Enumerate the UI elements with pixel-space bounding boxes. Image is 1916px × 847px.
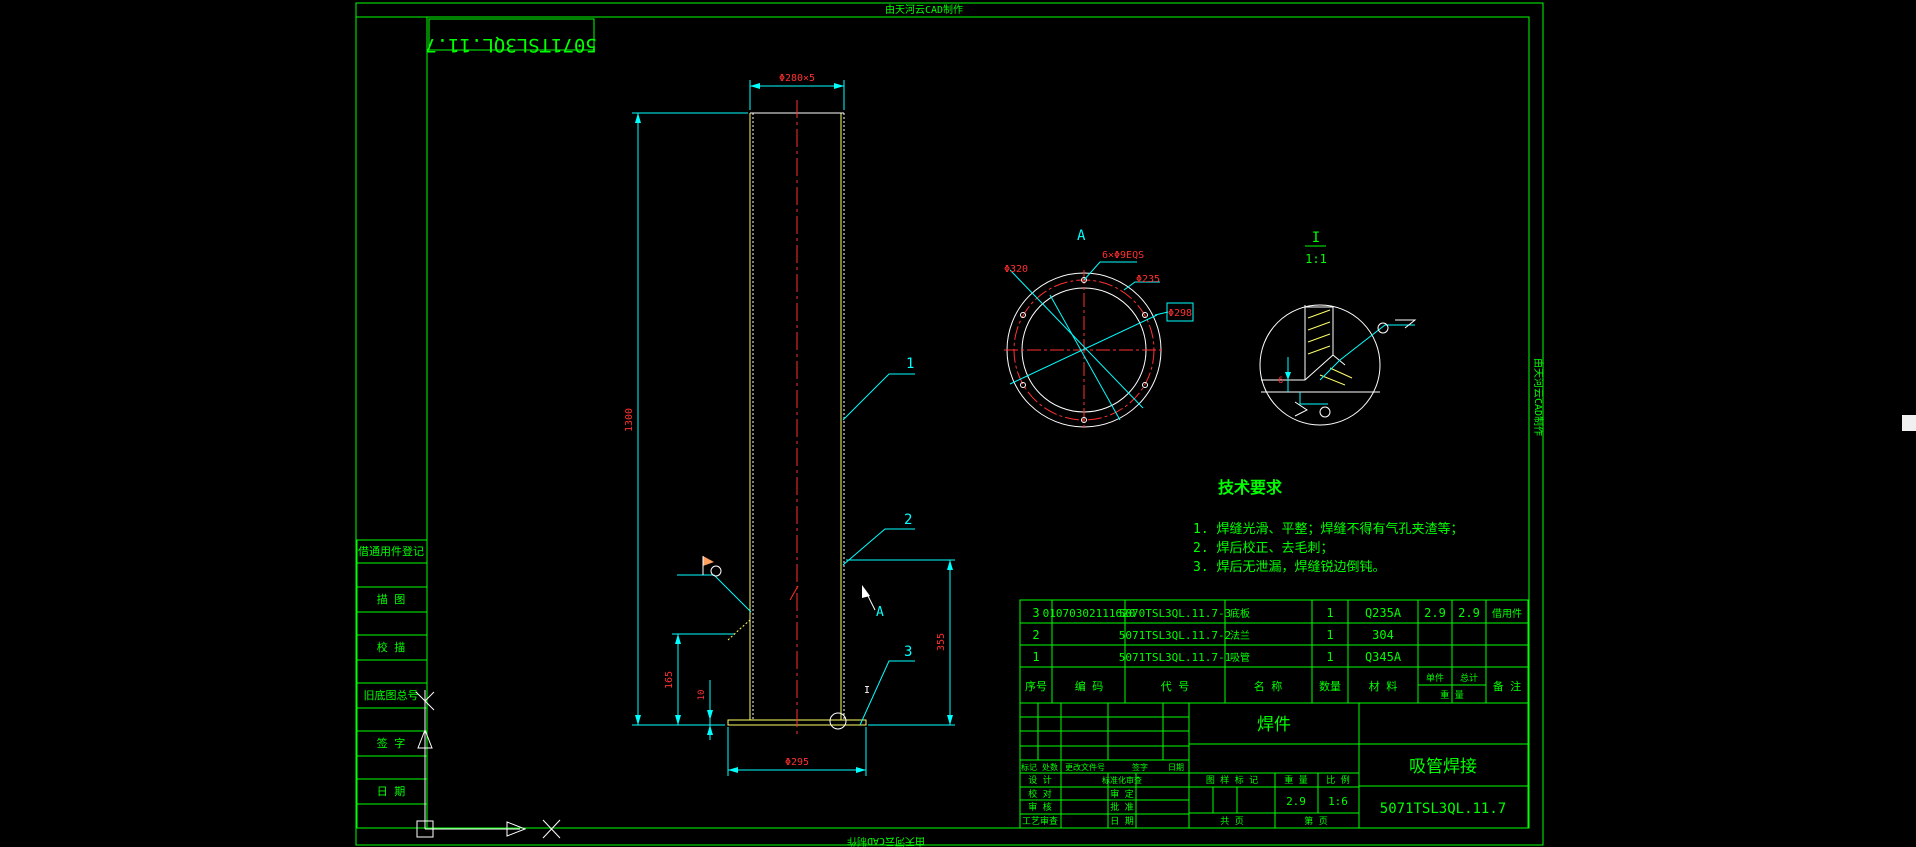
tb-label-sign: 签字 — [1132, 762, 1148, 772]
tb-label-change-doc: 更改文件号 — [1065, 762, 1105, 772]
view-a-dim-inner: Φ298 — [1168, 308, 1192, 319]
bom-row-2-qty: 1 — [1326, 650, 1333, 664]
bom-row-2-name: 吸管 — [1230, 651, 1250, 664]
bom-header-material: 材 料 — [1369, 679, 1398, 693]
tb-label-std-review: 标准化审查 — [1102, 775, 1142, 785]
bom-row-2-no: 1 — [1032, 650, 1039, 664]
vertical-scrollbar-thumb[interactable] — [1902, 415, 1916, 431]
side-row-4: 签 字 — [377, 736, 406, 750]
tech-req-title: 技术要求 — [1218, 478, 1283, 497]
bom-header-weight: 重 量 — [1440, 689, 1463, 701]
bom-header-unit: 单件 — [1426, 672, 1444, 684]
title-weight: 2.9 — [1286, 795, 1306, 808]
tb-label-approve: 批 准 — [1110, 801, 1133, 813]
tb-label-stage-mark: 图 样 标 记 — [1206, 774, 1258, 786]
bom-header-code: 编 码 — [1075, 679, 1104, 693]
view-a-label: A — [1077, 228, 1086, 244]
side-row-1: 描 图 — [377, 592, 406, 606]
tb-label-sheet: 第 页 — [1304, 815, 1327, 827]
tech-req-item-0: 1. 焊缝光滑、平整；焊缝不得有气孔夹渣等； — [1193, 521, 1463, 537]
bom-row-1-material: 304 — [1372, 628, 1394, 642]
tb-label-weight: 重 量 — [1284, 774, 1307, 786]
view-a-dim-pcd: Φ235 — [1136, 274, 1160, 285]
bom-header-qty: 数量 — [1319, 680, 1341, 693]
dim-bottom-label: Φ295 — [785, 757, 809, 768]
detail-dim-weld: 6 — [1278, 376, 1283, 386]
tb-label-date: 日期 — [1168, 763, 1184, 772]
dim-top-label: Φ280×5 — [779, 73, 815, 84]
tech-req-item-2: 3. 焊后无泄漏，焊缝锐边倒钝。 — [1193, 559, 1385, 575]
bom-row-2-material: Q345A — [1365, 650, 1402, 664]
dim-height-label: 1300 — [624, 408, 635, 432]
view-a-dim-holes: 6×Φ9EQS — [1102, 250, 1144, 261]
leader-3-label: 3 — [904, 644, 912, 660]
title-drawing-no: 5071TSL3QL.11.7 — [1380, 801, 1506, 817]
view-a — [1004, 261, 1194, 430]
watermark-bottom: 由天河云CAD制作 — [847, 835, 925, 847]
tb-label-scale: 比 例 — [1326, 774, 1349, 786]
bom-header-remark: 备 注 — [1493, 679, 1522, 693]
main-view — [632, 80, 955, 776]
bom-row-0-name: 底板 — [1230, 607, 1250, 620]
bom-row-0-total-w: 2.9 — [1458, 606, 1480, 620]
ucs-icon — [415, 690, 561, 839]
bom-row-0-no: 3 — [1032, 606, 1039, 620]
bom-row-1-qty: 1 — [1326, 628, 1333, 642]
bom-row-0-qty: 1 — [1326, 606, 1333, 620]
tb-label-process: 工艺审查 — [1022, 815, 1058, 827]
dim-small-label: 10 — [697, 690, 707, 701]
side-row-0: 借通用件登记 — [358, 544, 424, 558]
leader-1-label: 1 — [906, 356, 914, 372]
leader-2-label: 2 — [904, 512, 912, 528]
bom-row-0-material: Q235A — [1365, 606, 1402, 620]
detail-mark-label: I — [864, 685, 870, 696]
bom-row-0-unit-w: 2.9 — [1424, 606, 1446, 620]
tb-label-design: 设 计 — [1028, 774, 1051, 786]
bom-header-name: 名 称 — [1254, 679, 1283, 693]
side-row-5: 日 期 — [377, 785, 406, 798]
bom-row-1-drawing: 5071TSL3QL.11.7-2 — [1119, 629, 1232, 642]
tb-label-sheets: 共 页 — [1220, 816, 1243, 827]
title-part-name: 吸管焊接 — [1409, 757, 1477, 777]
tb-label-audit: 审 定 — [1110, 788, 1133, 800]
bom-row-2-drawing: 5071TSL3QL.11.7-1 — [1119, 651, 1232, 664]
detail-view — [1259, 245, 1417, 426]
tb-label-count: 处数 — [1042, 762, 1058, 772]
side-row-2: 校 描 — [377, 640, 406, 654]
bom-row-0-drawing: 5070TSL3QL.11.7-3 — [1119, 607, 1232, 620]
bom-row-1-no: 2 — [1032, 628, 1039, 642]
tb-label-mark: 标记 — [1021, 762, 1037, 772]
bom-header-no: 序号 — [1025, 679, 1047, 693]
side-row-3: 旧底图总号 — [364, 688, 419, 702]
corner-code: 5071TSL3QL.11.7 — [425, 34, 597, 56]
bom-header-drawing: 代 号 — [1161, 680, 1190, 693]
bom-row-0-remark: 借用件 — [1492, 608, 1522, 620]
watermark-top: 由天河云CAD制作 — [885, 3, 963, 16]
tb-label-date2: 日 期 — [1110, 816, 1133, 827]
title-scale: 1:6 — [1328, 795, 1348, 808]
bom-header-total: 总计 — [1460, 672, 1478, 684]
tech-req-item-1: 2. 焊后校正、去毛刺； — [1193, 540, 1333, 556]
detail-scale: 1:1 — [1305, 252, 1327, 266]
detail-label: I — [1312, 230, 1320, 246]
title-part-type: 焊件 — [1257, 715, 1291, 735]
dim-left-label: 165 — [664, 671, 675, 689]
cad-drawing-canvas[interactable]: 由天河云CAD制作 由天河云CAD制作 由天河云CAD制作 5071TSL3QL… — [0, 0, 1916, 847]
view-arrow-label: A — [876, 605, 884, 620]
dim-right-label: 355 — [936, 633, 947, 651]
watermark-right: 由天河云CAD制作 — [1532, 358, 1545, 436]
bom-row-1-name: 法兰 — [1230, 629, 1250, 642]
view-a-dim-outer: Φ320 — [1004, 264, 1028, 275]
tb-label-review: 审 核 — [1028, 801, 1051, 813]
tb-label-check: 校 对 — [1028, 788, 1051, 800]
